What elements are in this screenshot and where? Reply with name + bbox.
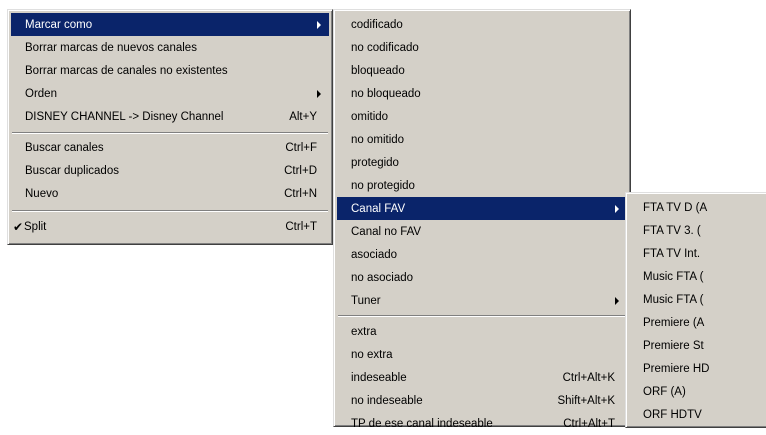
menu-item-tp-indeseable[interactable]: TP de ese canal indeseable Ctrl+Alt+T [337,412,627,435]
menu-item-label: Premiere (A [643,316,705,329]
menu-item-label: Canal no FAV [351,225,422,238]
menu-item-label: ORF HDTV [643,408,702,421]
menu-item-shortcut: Ctrl+Alt+K [562,371,615,384]
menu-item-split[interactable]: ✔ Split Ctrl+T [11,215,329,238]
menu-item-indeseable[interactable]: indeseable Ctrl+Alt+K [337,366,627,389]
menu-item-label: no omitido [351,133,405,146]
menu-item-shortcut: Ctrl+F [285,141,317,154]
submenu-arrow-icon [615,297,619,305]
menu-item-label: TP de ese canal indeseable [351,417,493,430]
menu-separator [12,210,328,212]
menu-item-label: codificado [351,18,403,31]
menu-item-no-bloqueado[interactable]: no bloqueado [337,82,627,105]
menu-item-buscar-canales[interactable]: Buscar canales Ctrl+F [11,136,329,159]
menu-item-rename-channel[interactable]: DISNEY CHANNEL -> Disney Channel Alt+Y [11,105,329,128]
menu-item-label: Tuner [351,294,381,307]
menu-item-label: Buscar canales [25,141,104,154]
checkmark-icon: ✔ [13,219,24,234]
menu-item-label: Borrar marcas de nuevos canales [25,41,197,54]
menu-item-borrar-nuevos[interactable]: Borrar marcas de nuevos canales [11,36,329,59]
menu-item-label: FTA TV 3. ( [643,224,701,237]
menu-item-shortcut: Alt+Y [289,110,317,123]
menu-item-shortcut: Shift+Alt+K [557,394,615,407]
menu-item-marcar-como[interactable]: Marcar como [11,13,329,36]
menu-item-fav-list[interactable]: FTA TV Int. [629,242,766,265]
menu-item-borrar-no-existentes[interactable]: Borrar marcas de canales no existentes [11,59,329,82]
menu-item-no-omitido[interactable]: no omitido [337,128,627,151]
menu-item-label: bloqueado [351,64,405,77]
menu-item-extra[interactable]: extra [337,320,627,343]
menu-item-codificado[interactable]: codificado [337,13,627,36]
menu-item-fav-list[interactable]: Premiere St [629,334,766,357]
menu-item-asociado[interactable]: asociado [337,243,627,266]
menu-item-fav-list[interactable]: ORF (A) [629,380,766,403]
menu-item-canal-fav[interactable]: Canal FAV [337,197,627,220]
submenu-arrow-icon [317,21,321,29]
menu-item-label: Premiere St [643,339,704,352]
menu-item-shortcut: Ctrl+T [285,220,317,233]
menu-item-label: protegido [351,156,399,169]
menu-item-label: no indeseable [351,394,423,407]
menu-item-fav-list[interactable]: FTA TV 3. ( [629,219,766,242]
menu-item-shortcut: Ctrl+D [284,164,317,177]
menu-separator [338,315,626,317]
menu-item-canal-no-fav[interactable]: Canal no FAV [337,220,627,243]
menu-item-fav-list[interactable]: Music FTA ( [629,288,766,311]
menu-item-label: Music FTA ( [643,293,704,306]
menu-item-tuner[interactable]: Tuner [337,289,627,312]
menu-item-bloqueado[interactable]: bloqueado [337,59,627,82]
menu-item-fav-list[interactable]: Premiere (A [629,311,766,334]
menu-item-fav-list[interactable]: Music FTA ( [629,265,766,288]
menu-item-label: Split [24,220,47,233]
submenu-marcar-como: codificado no codificado bloqueado no bl… [333,9,631,430]
submenu-canal-fav: FTA TV D (A FTA TV 3. ( FTA TV Int. Musi… [625,192,766,428]
menu-item-label: Buscar duplicados [25,164,119,177]
menu-item-label: Music FTA ( [643,270,704,283]
menu-item-shortcut: Ctrl+N [284,187,317,200]
menu-item-label: asociado [351,248,398,261]
context-menu: Marcar como Borrar marcas de nuevos cana… [7,9,333,245]
menu-item-fav-list[interactable]: FTA TV D (A [629,196,766,219]
menu-item-label: Marcar como [25,18,93,31]
menu-item-no-protegido[interactable]: no protegido [337,174,627,197]
menu-item-label: Orden [25,87,57,100]
menu-item-label: FTA TV Int. [643,247,701,260]
menu-item-label: Premiere HD [643,362,710,375]
menu-item-orden[interactable]: Orden [11,82,329,105]
submenu-arrow-icon [317,90,321,98]
menu-item-label: omitido [351,110,389,123]
menu-item-label: no codificado [351,41,419,54]
menu-item-no-extra[interactable]: no extra [337,343,627,366]
menu-item-label: no extra [351,348,393,361]
menu-item-label: Borrar marcas de canales no existentes [25,64,228,77]
menu-item-fav-list[interactable]: Premiere HD [629,357,766,380]
menu-item-label: FTA TV D (A [643,201,708,214]
menu-item-label: indeseable [351,371,407,384]
menu-item-omitido[interactable]: omitido [337,105,627,128]
menu-item-no-indeseable[interactable]: no indeseable Shift+Alt+K [337,389,627,412]
menu-item-label: no protegido [351,179,415,192]
menu-item-label: no bloqueado [351,87,421,100]
menu-item-label: no asociado [351,271,414,284]
menu-item-nuevo[interactable]: Nuevo Ctrl+N [11,182,329,205]
menu-item-label: DISNEY CHANNEL -> Disney Channel [25,110,224,123]
menu-item-label: Nuevo [25,187,59,200]
submenu-arrow-icon [615,205,619,213]
menu-item-no-codificado[interactable]: no codificado [337,36,627,59]
menu-separator [12,132,328,134]
menu-item-label: Canal FAV [351,202,406,215]
menu-item-protegido[interactable]: protegido [337,151,627,174]
menu-item-label: extra [351,325,377,338]
menu-item-no-asociado[interactable]: no asociado [337,266,627,289]
menu-item-buscar-duplicados[interactable]: Buscar duplicados Ctrl+D [11,159,329,182]
menu-item-label: ORF (A) [643,385,686,398]
menu-item-shortcut: Ctrl+Alt+T [563,417,615,430]
